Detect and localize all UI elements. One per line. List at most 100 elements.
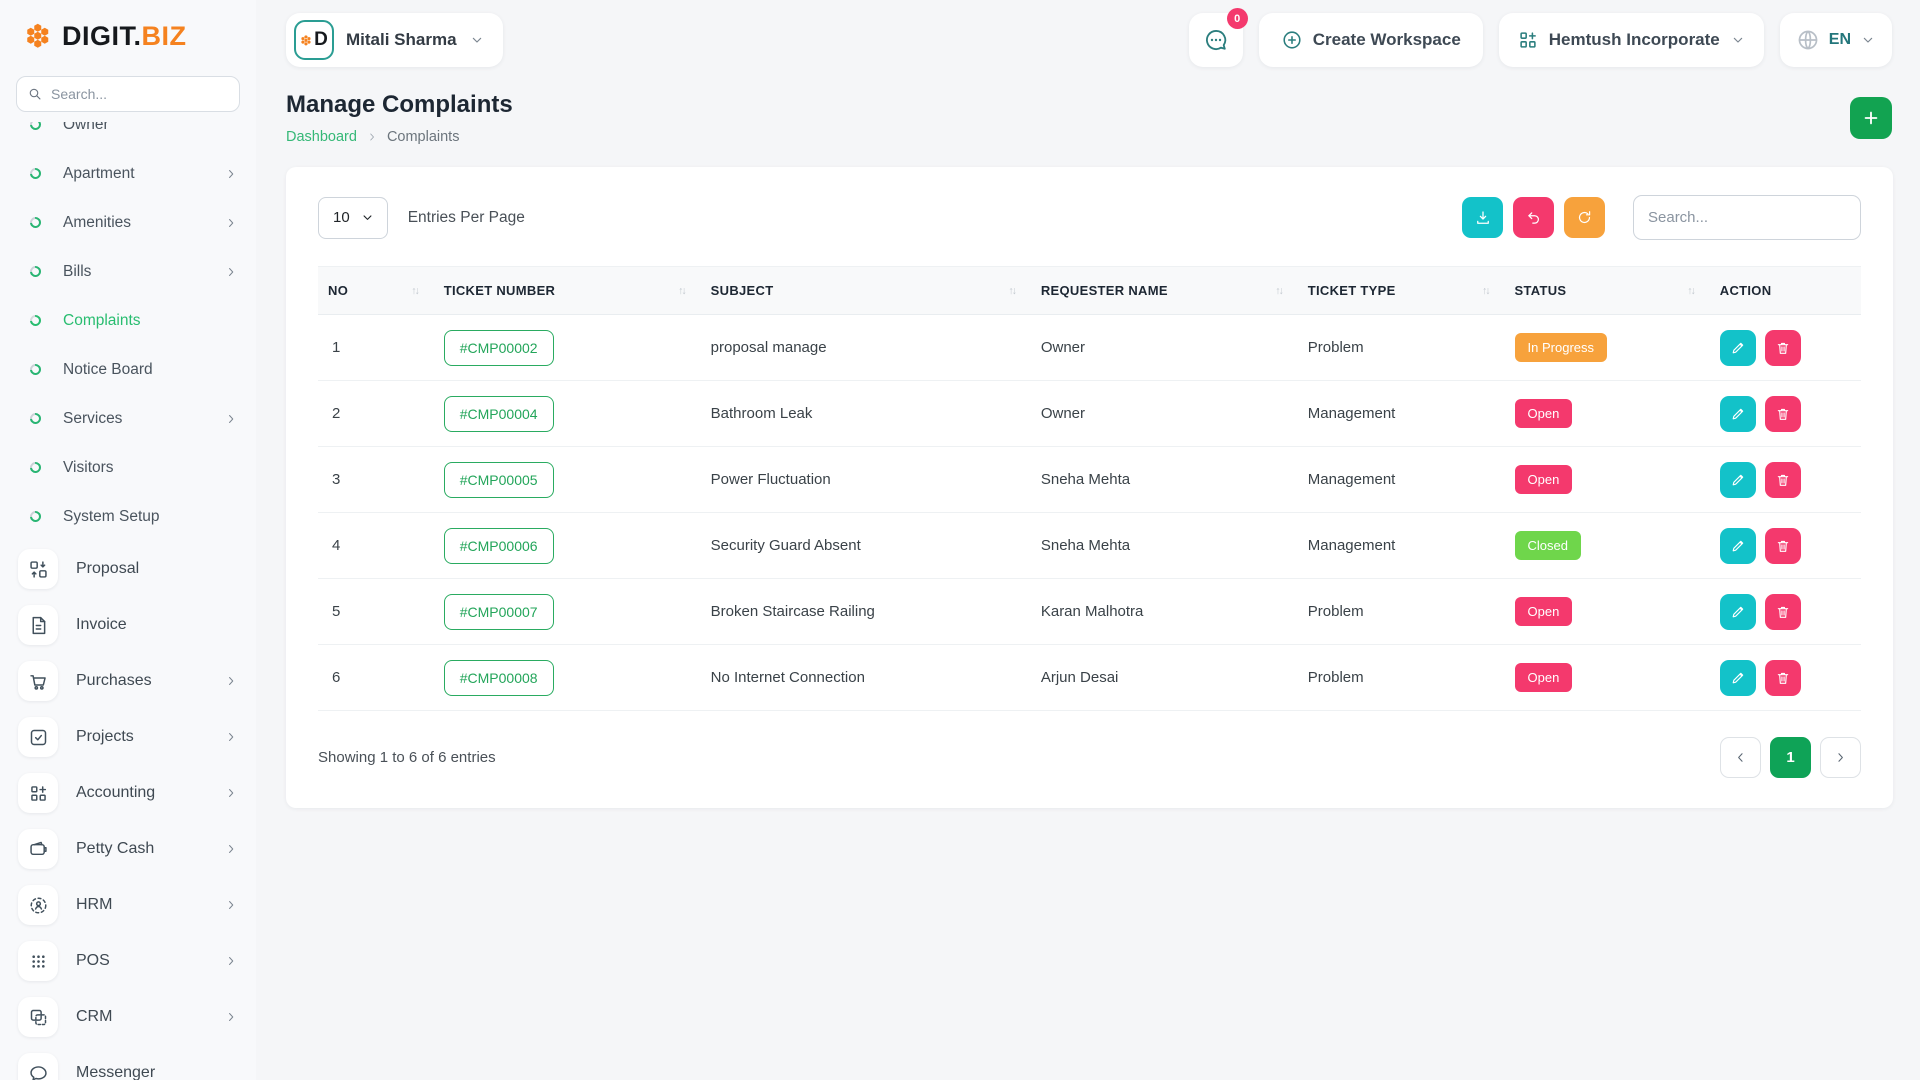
delete-button[interactable] [1765,396,1801,432]
sidebar-item-projects[interactable]: Projects [18,709,246,765]
page-title: Manage Complaints [286,91,513,119]
sidebar-item-label: Complaints [63,312,141,330]
create-workspace-label: Create Workspace [1313,30,1461,50]
delete-button[interactable] [1765,594,1801,630]
cell-subject: Security Guard Absent [701,513,1031,579]
trash-icon [1775,670,1791,686]
sidebar-item-proposal[interactable]: Proposal [18,541,246,597]
pencil-icon [1730,670,1746,686]
sidebar-item-system-setup[interactable]: System Setup [18,492,246,541]
overlap-icon [28,1007,49,1028]
edit-button[interactable] [1720,528,1756,564]
chevron-right-icon [224,167,238,181]
ticket-number-badge[interactable]: #CMP00004 [444,396,554,432]
sidebar-search-input[interactable] [16,76,240,112]
entries-per-page-select[interactable]: 10 [318,197,388,239]
chevron-right-icon [1833,750,1848,765]
add-complaint-button[interactable] [1850,97,1892,139]
sidebar-item-owner[interactable]: Owner [18,122,246,149]
status-badge[interactable]: Closed [1515,531,1581,560]
ticket-number-badge[interactable]: #CMP00002 [444,330,554,366]
status-badge[interactable]: In Progress [1515,333,1607,362]
cell-subject: Bathroom Leak [701,381,1031,447]
cell-no: 2 [318,381,434,447]
sort-icon[interactable]: ↑↓ [1687,285,1700,297]
ring-icon [28,166,43,181]
cell-ticket-type: Problem [1298,579,1505,645]
create-workspace-button[interactable]: Create Workspace [1259,13,1483,67]
sidebar-item-bills[interactable]: Bills [18,247,246,296]
status-badge[interactable]: Open [1515,399,1573,428]
breadcrumb-dashboard-link[interactable]: Dashboard [286,129,357,145]
sidebar-item-complaints[interactable]: Complaints [18,296,246,345]
col-header-status: STATUS↑↓ [1505,267,1710,315]
delete-button[interactable] [1765,462,1801,498]
cell-requester: Sneha Mehta [1031,447,1298,513]
status-badge[interactable]: Open [1515,597,1573,626]
workspace-selector[interactable]: D Mitali Sharma [286,13,503,67]
app-logo[interactable]: DIGIT.BIZ [0,0,256,72]
ring-icon [28,509,43,524]
delete-button[interactable] [1765,660,1801,696]
sidebar-item-messenger[interactable]: Messenger [18,1045,246,1080]
sidebar-item-label: Messenger [76,1064,155,1080]
reset-button[interactable] [1513,197,1554,238]
sidebar-item-accounting[interactable]: Accounting [18,765,246,821]
export-button[interactable] [1462,197,1503,238]
sidebar-item-amenities[interactable]: Amenities [18,198,246,247]
table-search-input[interactable] [1633,195,1861,240]
page-1-button[interactable]: 1 [1770,737,1811,778]
sort-icon[interactable]: ↑↓ [678,285,691,297]
ticket-number-badge[interactable]: #CMP00007 [444,594,554,630]
delete-button[interactable] [1765,528,1801,564]
language-selector[interactable]: EN [1780,13,1892,67]
sort-icon[interactable]: ↑↓ [1008,285,1021,297]
plus-icon [1861,108,1881,128]
edit-button[interactable] [1720,660,1756,696]
sidebar-item-invoice[interactable]: Invoice [18,597,246,653]
sidebar-item-label: Projects [76,728,134,746]
sidebar-item-label: Accounting [76,784,155,802]
sidebar-item-purchases[interactable]: Purchases [18,653,246,709]
sidebar-item-hrm[interactable]: HRM [18,877,246,933]
edit-button[interactable] [1720,396,1756,432]
sidebar-item-visitors[interactable]: Visitors [18,443,246,492]
cell-ticket-type: Problem [1298,645,1505,711]
complaints-table: NO↑↓ TICKET NUMBER↑↓ SUBJECT↑↓ REQUESTER… [318,266,1861,711]
table-row: 2 #CMP00004 Bathroom Leak Owner Manageme… [318,381,1861,447]
sort-icon[interactable]: ↑↓ [1482,285,1495,297]
edit-button[interactable] [1720,594,1756,630]
search-icon [27,86,43,102]
ticket-number-badge[interactable]: #CMP00005 [444,462,554,498]
entries-per-page-value: 10 [333,209,350,226]
sidebar-item-label: Owner [63,122,109,134]
sort-icon[interactable]: ↑↓ [411,285,424,297]
chevron-right-icon [224,1010,238,1024]
sidebar-item-crm[interactable]: CRM [18,989,246,1045]
ticket-number-badge[interactable]: #CMP00006 [444,528,554,564]
sidebar-item-petty-cash[interactable]: Petty Cash [18,821,246,877]
sidebar: DIGIT.BIZ Owner Apartment Amenities Bill… [0,0,256,1080]
delete-button[interactable] [1765,330,1801,366]
dots9-icon [28,951,49,972]
sort-icon[interactable]: ↑↓ [1275,285,1288,297]
ticket-number-badge[interactable]: #CMP00008 [444,660,554,696]
sidebar-item-notice-board[interactable]: Notice Board [18,345,246,394]
status-badge[interactable]: Open [1515,663,1573,692]
sidebar-item-apartment[interactable]: Apartment [18,149,246,198]
entries-summary: Showing 1 to 6 of 6 entries [318,749,496,766]
prev-page-button[interactable] [1720,737,1761,778]
sidebar-item-services[interactable]: Services [18,394,246,443]
refresh-button[interactable] [1564,197,1605,238]
edit-button[interactable] [1720,462,1756,498]
trash-icon [1775,604,1791,620]
chevron-right-icon [224,265,238,279]
next-page-button[interactable] [1820,737,1861,778]
status-badge[interactable]: Open [1515,465,1573,494]
grid-plus-icon [28,783,49,804]
table-toolbar: 10 Entries Per Page [318,195,1861,240]
chat-button[interactable]: 0 [1189,13,1243,67]
sidebar-item-pos[interactable]: POS [18,933,246,989]
edit-button[interactable] [1720,330,1756,366]
company-selector[interactable]: Hemtush Incorporate [1499,13,1764,67]
